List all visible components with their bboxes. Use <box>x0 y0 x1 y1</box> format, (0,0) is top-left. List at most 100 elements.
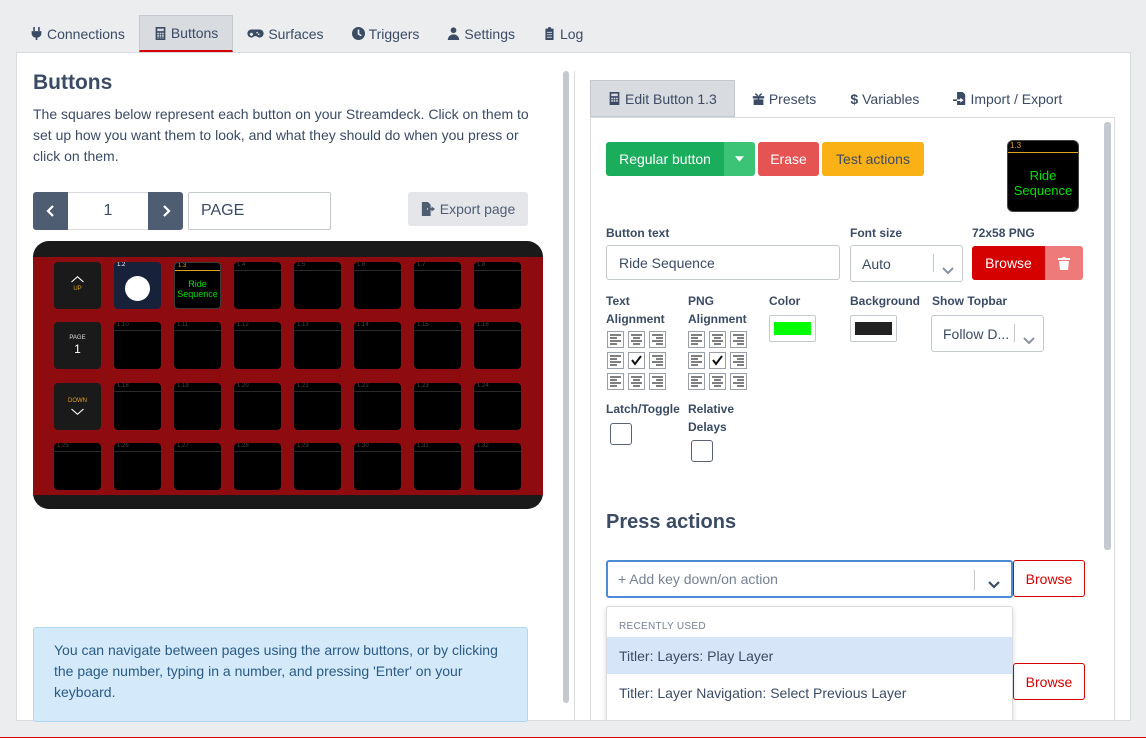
key-1-8[interactable]: 1.8 <box>474 262 521 309</box>
key-topbar-line <box>474 270 521 271</box>
align-top-right[interactable] <box>649 331 666 348</box>
tab-connections[interactable]: Connections <box>16 15 139 52</box>
regular-button-button[interactable]: Regular button <box>606 142 724 176</box>
show-topbar-select[interactable]: Follow D... <box>931 315 1044 352</box>
main-card: Buttons The squares below represent each… <box>16 52 1131 722</box>
key-1-12[interactable]: 1.12 <box>234 322 281 369</box>
key-1-5[interactable]: 1.5 <box>294 262 341 309</box>
key-1-15[interactable]: 1.15 <box>414 322 461 369</box>
tab-buttons[interactable]: Buttons <box>138 15 234 52</box>
align-top-left[interactable] <box>607 331 624 348</box>
key-page-up[interactable]: UP <box>54 262 101 309</box>
erase-button[interactable]: Erase <box>758 142 819 176</box>
key-1-32[interactable]: 1.32 <box>474 443 521 490</box>
show-topbar-value: Follow D... <box>943 325 1010 342</box>
key-1-16[interactable]: 1.16 <box>474 322 521 369</box>
key-1-20[interactable]: 1.20 <box>234 383 281 430</box>
align-bottom-right[interactable] <box>649 373 666 390</box>
relative-delays-checkbox[interactable] <box>691 440 713 462</box>
png-align-bottom-right[interactable] <box>730 373 747 390</box>
menu-item[interactable]: Titler: Layers: Play Layer <box>607 637 1012 674</box>
latch-toggle-checkbox[interactable] <box>610 423 632 445</box>
editor-scrollbar[interactable] <box>1104 122 1111 550</box>
align-middle-left[interactable] <box>607 352 624 369</box>
select-separator <box>1014 324 1015 342</box>
latch-toggle-label: Latch/Toggle <box>606 402 680 416</box>
button-preview: 1.3 Ride Sequence <box>1007 140 1079 212</box>
export-page-button[interactable]: Export page <box>408 192 528 226</box>
key-number: 1.7 <box>417 262 426 268</box>
png-align-bottom-left[interactable] <box>688 373 705 390</box>
page-name-input[interactable]: PAGE <box>188 192 331 230</box>
panel-divider <box>574 71 575 721</box>
page-number-input[interactable]: 1 <box>68 192 148 230</box>
key-1-24[interactable]: 1.24 <box>474 383 521 430</box>
png-align-bottom-center[interactable] <box>709 373 726 390</box>
png-align-middle-left[interactable] <box>688 352 705 369</box>
key-1-28[interactable]: 1.28 <box>234 443 281 490</box>
key-1-6[interactable]: 1.6 <box>354 262 401 309</box>
clock-icon <box>351 27 365 40</box>
menu-item[interactable]: Titler: Layer Navigation: Select Previou… <box>607 674 1012 711</box>
text-alignment-label: Text Alignment <box>606 294 665 326</box>
key-1-22[interactable]: 1.22 <box>354 383 401 430</box>
align-bottom-center[interactable] <box>628 373 645 390</box>
tab-presets[interactable]: Presets <box>735 80 833 117</box>
key-topbar-line <box>294 451 341 452</box>
key-1-21[interactable]: 1.21 <box>294 383 341 430</box>
left-panel-scrollbar[interactable] <box>563 71 569 703</box>
background-color-picker[interactable] <box>850 315 897 342</box>
key-1-10[interactable]: 1.10 <box>114 322 161 369</box>
tab-import-export[interactable]: Import / Export <box>936 80 1079 117</box>
test-actions-button[interactable]: Test actions <box>822 142 924 176</box>
align-middle-right[interactable] <box>649 352 666 369</box>
tab-settings[interactable]: Settings <box>433 15 529 52</box>
align-right-icon <box>733 355 744 366</box>
png-align-middle-right[interactable] <box>730 352 747 369</box>
png-align-top-center[interactable] <box>709 331 726 348</box>
key-page-down[interactable]: DOWN <box>54 383 101 430</box>
key-1-29[interactable]: 1.29 <box>294 443 341 490</box>
key-1-11[interactable]: 1.11 <box>174 322 221 369</box>
tab-triggers[interactable]: Triggers <box>338 15 434 52</box>
key-1-18[interactable]: 1.18 <box>114 383 161 430</box>
align-bottom-left[interactable] <box>607 373 624 390</box>
key-1-4[interactable]: 1.4 <box>234 262 281 309</box>
key-1-14[interactable]: 1.14 <box>354 322 401 369</box>
browse-release-actions-button[interactable]: Browse <box>1013 663 1085 700</box>
png-align-top-right[interactable] <box>730 331 747 348</box>
tab-variables[interactable]: $ Variables <box>833 80 936 117</box>
tab-log[interactable]: Log <box>529 15 597 52</box>
tab-edit-button[interactable]: Edit Button 1.3 <box>590 80 735 117</box>
prev-page-button[interactable] <box>33 192 68 230</box>
browse-png-button[interactable]: Browse <box>972 246 1045 280</box>
png-align-top-left[interactable] <box>688 331 705 348</box>
key-1-2[interactable]: 1.2 <box>114 262 161 309</box>
png-label: 72x58 PNG <box>972 226 1035 240</box>
delete-png-button[interactable] <box>1045 246 1083 280</box>
key-1-3[interactable]: 1.3 Ride Sequence <box>174 262 221 309</box>
align-middle-center[interactable] <box>628 352 645 369</box>
button-text-input[interactable]: Ride Sequence <box>606 245 840 280</box>
browse-actions-button[interactable]: Browse <box>1013 560 1085 597</box>
key-1-31[interactable]: 1.31 <box>414 443 461 490</box>
page-nav-info-box: You can navigate between pages using the… <box>33 627 528 722</box>
key-1-26[interactable]: 1.26 <box>114 443 161 490</box>
key-1-30[interactable]: 1.30 <box>354 443 401 490</box>
key-1-25[interactable]: 1.25 <box>54 443 101 490</box>
add-action-select[interactable]: + Add key down/on action <box>606 560 1013 598</box>
key-1-19[interactable]: 1.19 <box>174 383 221 430</box>
key-page-number[interactable]: PAGE 1 <box>54 322 101 369</box>
png-align-middle-center[interactable] <box>709 352 726 369</box>
editor-tabs: Edit Button 1.3 Presets $ Variables Impo… <box>590 80 1079 117</box>
button-type-dropdown[interactable] <box>724 142 755 176</box>
key-1-7[interactable]: 1.7 <box>414 262 461 309</box>
tab-surfaces[interactable]: Surfaces <box>233 15 337 52</box>
key-1-27[interactable]: 1.27 <box>174 443 221 490</box>
next-page-button[interactable] <box>148 192 183 230</box>
key-1-13[interactable]: 1.13 <box>294 322 341 369</box>
key-1-23[interactable]: 1.23 <box>414 383 461 430</box>
text-color-picker[interactable] <box>769 315 816 342</box>
align-top-center[interactable] <box>628 331 645 348</box>
font-size-select[interactable]: Auto <box>850 245 963 282</box>
